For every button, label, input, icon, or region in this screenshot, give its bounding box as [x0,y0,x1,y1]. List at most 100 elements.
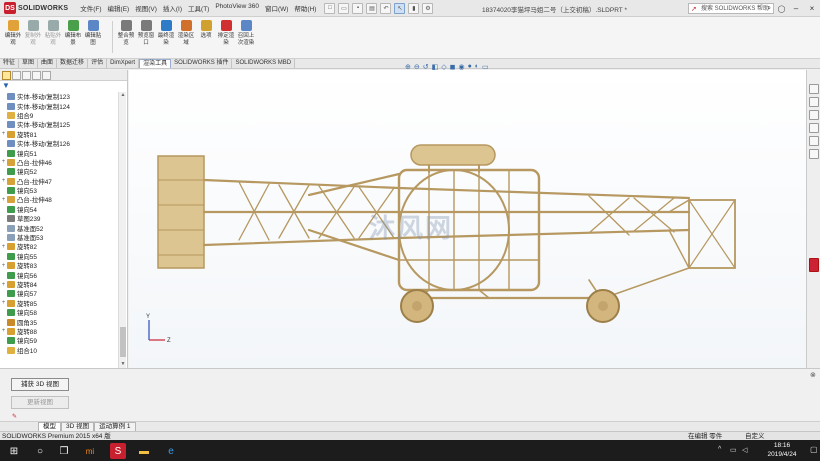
command-tab[interactable]: 曲面 [38,59,58,68]
expand-icon[interactable]: + [0,159,7,165]
command-button-0[interactable]: 编辑外 观 [3,20,23,47]
volume-icon[interactable]: ◁ [742,446,747,454]
hide-show-icon[interactable]: ◉ [458,63,464,71]
expand-icon[interactable]: + [0,282,7,288]
pane-options-icon[interactable]: ⊗ [810,371,816,379]
tree-item[interactable]: + 旋转88 [0,327,118,336]
tree-item[interactable]: 镜向57 [0,289,118,298]
command-tab[interactable]: SOLIDWORKS 插件 [171,59,233,68]
open-icon[interactable]: ▭ [338,2,350,14]
scroll-down-icon[interactable]: ▼ [119,361,127,368]
zoom-fit-icon[interactable]: ⊕ [405,63,411,71]
scroll-up-icon[interactable]: ▲ [119,92,127,99]
command-button-2[interactable]: 粘贴外 观 [43,20,63,47]
tree-item[interactable]: 镜向51 [0,148,118,158]
undo-icon[interactable]: ↶ [380,2,392,14]
expand-icon[interactable]: + [0,178,7,184]
menu-photoview[interactable]: PhotoView 360 [215,3,259,13]
view-settings-icon[interactable]: ▭ [482,63,489,71]
tree-item[interactable]: 基准面52 [0,223,118,233]
save-icon[interactable]: ▪ [352,2,364,14]
command-button-1[interactable]: 复制外 观 [23,20,43,47]
help-search-input[interactable]: ➚ 搜索 SOLIDWORKS 帮助 ⌕ [688,3,774,14]
command-button-4[interactable]: 编辑贴 图 [83,20,103,47]
file-explorer-icon[interactable] [809,110,819,120]
new-document-icon[interactable]: □ [324,2,336,14]
tree-item[interactable]: 镜向58 [0,308,118,317]
start-icon[interactable]: ⊞ [6,443,22,459]
menu-help[interactable]: 帮助(H) [294,3,316,13]
feature-tree-tab-icon[interactable] [2,71,11,80]
tree-item[interactable]: 镜向56 [0,270,118,280]
minimize-button[interactable]: – [790,2,802,14]
tree-item[interactable]: + 旋转85 [0,299,118,308]
options-icon[interactable]: ⚙ [422,2,434,14]
dimxpert-tab-icon[interactable] [32,71,41,80]
command-button-11[interactable]: 召回上 次渲染 [236,20,256,47]
tree-item[interactable]: 组合9 [0,111,118,120]
command-tab[interactable]: 渲染工具 [139,59,172,68]
command-button-5[interactable]: 整合预 览 [116,20,136,47]
edit-appearance-icon[interactable]: ● [468,63,472,71]
command-button-6[interactable]: 预览窗 口 [136,20,156,47]
appearances-icon[interactable] [809,136,819,146]
expand-icon[interactable]: + [0,197,7,203]
command-button-3[interactable]: 编辑布 景 [63,20,83,47]
property-tab-icon[interactable] [12,71,21,80]
filter-icon[interactable]: ▼ [0,81,127,91]
display-tab-icon[interactable] [42,71,51,80]
capture-3d-view-button[interactable]: 捕获 3D 视图 [11,378,69,391]
tree-item[interactable]: 实体-移动/复制123 [0,92,118,101]
command-button-7[interactable]: 最终渲 染 [156,20,176,47]
custom-properties-icon[interactable] [809,149,819,159]
display-style-icon[interactable]: ◼ [450,63,456,71]
search-circle-icon[interactable]: ○ [32,443,48,459]
tree-item[interactable]: 基准面53 [0,233,118,242]
command-button-10[interactable]: 排定渲 染 [216,20,236,47]
notification-icon[interactable]: ▢ [810,445,818,454]
tree-item[interactable]: 镜向54 [0,205,118,214]
command-tab[interactable]: SOLIDWORKS MBD [232,59,296,68]
tree-item[interactable]: 圆角35 [0,317,118,327]
print-icon[interactable]: ▤ [366,2,378,14]
file-explorer-task-icon[interactable]: ▬ [136,443,152,459]
command-tab[interactable]: 特征 [0,59,20,68]
xiaomi-icon[interactable]: mi [82,443,98,459]
tree-item[interactable]: 实体-移动/复制126 [0,139,118,148]
command-button-9[interactable]: 选项 [196,20,216,47]
zoom-area-icon[interactable]: ⊖ [414,63,420,71]
tree-item[interactable]: 组合10 [0,346,118,355]
menu-view[interactable]: 视图(V) [135,3,157,13]
config-tab-icon[interactable] [22,71,31,80]
command-tab[interactable]: 数据迁移 [57,59,89,68]
tree-item[interactable]: + 旋转81 [0,130,118,139]
expand-icon[interactable]: + [0,131,7,137]
command-button-8[interactable]: 渲染区 域 [176,20,196,47]
command-tab[interactable]: 评估 [88,59,108,68]
view-orientation-icon[interactable]: ◇ [441,63,446,71]
menu-window[interactable]: 窗口(W) [265,3,288,13]
solidworks-task-icon[interactable]: S [110,443,126,459]
apply-scene-icon[interactable]: ◐ [475,63,479,71]
command-tab[interactable]: 草图 [19,59,39,68]
task-view-icon[interactable]: ❐ [56,443,72,459]
tree-scrollbar[interactable]: ▲ ▼ [118,92,126,368]
tree-item[interactable]: 镜向52 [0,167,118,176]
search-icon[interactable]: ⌕ [767,4,771,14]
pin-icon[interactable]: ✎ [12,413,17,420]
close-button[interactable]: × [806,2,818,14]
tree-item[interactable]: 实体-移动/复制124 [0,101,118,111]
tree-item[interactable]: 实体-移动/复制125 [0,120,118,129]
tree-item[interactable]: 镜向55 [0,252,118,261]
command-tab[interactable]: DimXpert [107,59,140,68]
menu-edit[interactable]: 编辑(E) [108,3,130,13]
user-icon[interactable]: ◯ [776,3,787,14]
update-view-button[interactable]: 更新视图 [11,396,69,409]
tree-item[interactable]: + 旋转82 [0,242,118,251]
tree-item[interactable]: + 凸台-拉伸46 [0,158,118,167]
tree-item[interactable]: 镜向53 [0,186,118,195]
tray-arrow-icon[interactable]: ^ [718,446,721,453]
edge-icon[interactable]: e [163,443,179,459]
scroll-thumb[interactable] [120,327,126,357]
menu-tools[interactable]: 工具(T) [188,3,209,13]
